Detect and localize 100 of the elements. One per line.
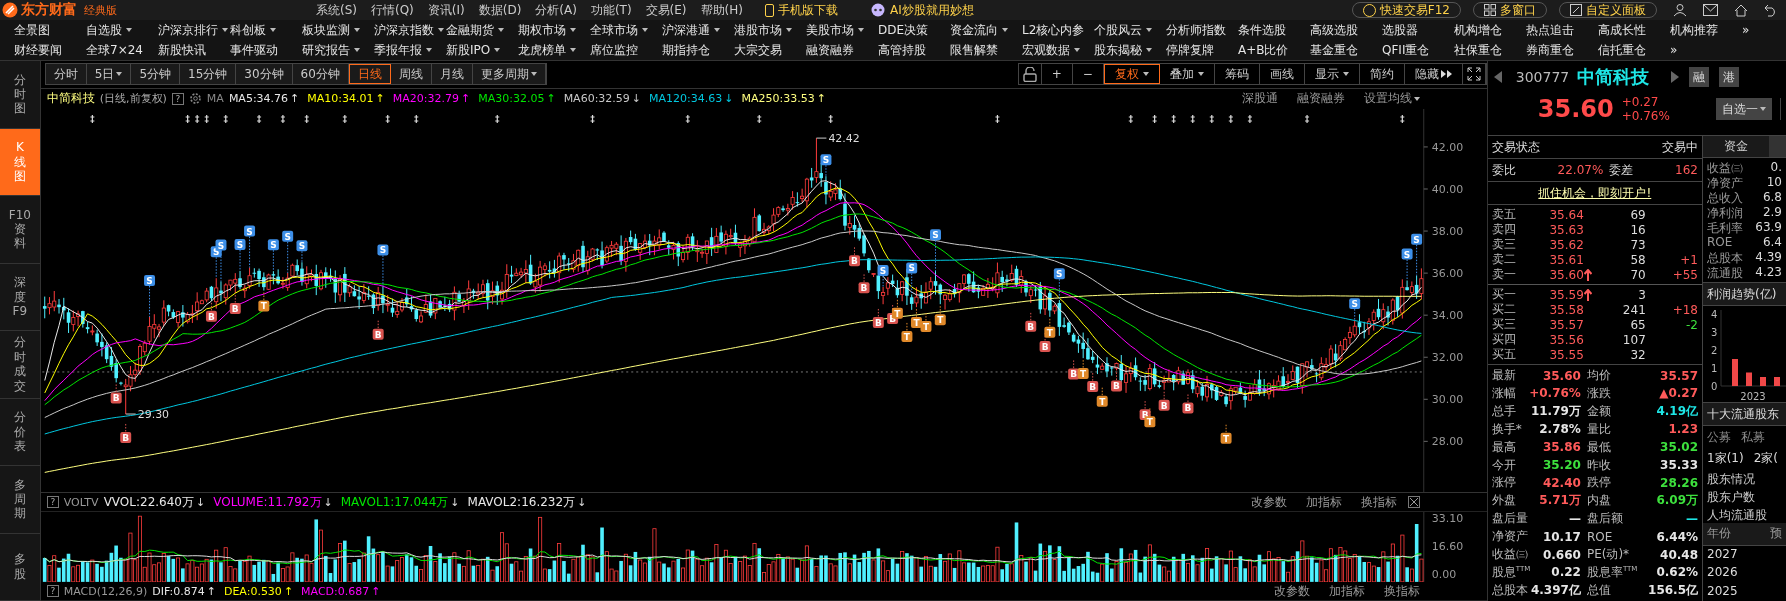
period-tab[interactable]: 5分钟 bbox=[131, 64, 181, 85]
period-tab[interactable]: 月线 bbox=[431, 64, 473, 85]
chart-link[interactable]: 设置均线 bbox=[1363, 90, 1420, 108]
menu-item[interactable]: 行情(Q) bbox=[371, 1, 414, 19]
holder-link[interactable]: 人均流通股 bbox=[1703, 505, 1786, 524]
ai-assistant-button[interactable]: AI炒股就用妙想 bbox=[859, 2, 984, 18]
nav-menu-item[interactable]: 科创板 bbox=[230, 21, 276, 39]
nav-menu-item[interactable]: 龙虎榜单 bbox=[518, 41, 576, 59]
home-icon[interactable] bbox=[1734, 3, 1748, 17]
back-icon[interactable] bbox=[1764, 3, 1778, 17]
nav-menu-item[interactable]: 高成长性 bbox=[1598, 21, 1646, 39]
market-tag[interactable]: 港 bbox=[1719, 67, 1740, 87]
period-tab[interactable]: 周线 bbox=[390, 64, 432, 85]
nav-menu-item[interactable]: 选股器 bbox=[1382, 21, 1418, 39]
nav-menu-item[interactable]: 券商重仓 bbox=[1526, 41, 1574, 59]
open-account-link[interactable]: 抓住机会，即刻开户! bbox=[1538, 184, 1652, 202]
nav-menu-item[interactable]: 机构增仓 bbox=[1454, 21, 1502, 39]
period-tab[interactable]: 30分钟 bbox=[236, 64, 293, 85]
nav-menu-item[interactable]: 宏观数据 bbox=[1022, 41, 1080, 59]
toolbar-button[interactable]: 筹码 bbox=[1214, 64, 1260, 85]
watchlist-dropdown[interactable]: 自选一 bbox=[1715, 98, 1772, 120]
nav-menu-item[interactable]: 新股快讯 bbox=[158, 41, 206, 59]
nav-menu-item[interactable]: 机构推荐 bbox=[1670, 21, 1718, 39]
menu-item[interactable]: 功能(T) bbox=[590, 1, 632, 19]
indicator-action[interactable]: 加指标 bbox=[1328, 582, 1365, 600]
nav-menu-item[interactable]: 全球7×24 bbox=[86, 41, 143, 59]
indicator-action[interactable]: 改参数 bbox=[1250, 493, 1287, 511]
nav-menu-item[interactable]: » bbox=[1670, 43, 1678, 57]
nav-menu-item[interactable]: 期权市场 bbox=[518, 21, 576, 39]
side-tab[interactable]: 分时成交 bbox=[0, 331, 40, 399]
help-button[interactable]: ? bbox=[46, 585, 59, 598]
help-button[interactable]: ? bbox=[46, 496, 59, 509]
nav-menu-item[interactable]: 全球市场 bbox=[590, 21, 648, 39]
fund-tab[interactable]: 资金 bbox=[1703, 136, 1769, 158]
period-tab[interactable]: 日线 bbox=[348, 64, 391, 85]
indicator-action[interactable]: 换指标 bbox=[1383, 582, 1420, 600]
nav-menu-item[interactable]: 研究报告 bbox=[302, 41, 360, 59]
nav-menu-item[interactable]: L2核心内参 bbox=[1022, 21, 1085, 39]
nav-menu-item[interactable]: QFII重仓 bbox=[1382, 41, 1430, 59]
chart-link[interactable]: 深股通 bbox=[1241, 90, 1278, 108]
menu-item[interactable]: 帮助(H) bbox=[700, 1, 743, 19]
nav-menu-item[interactable]: 新股IPO bbox=[446, 41, 501, 59]
nav-menu-item[interactable]: 分析师指数 bbox=[1166, 21, 1226, 39]
previous-icon[interactable] bbox=[1493, 71, 1502, 83]
nav-menu-item[interactable]: 金融期货 bbox=[446, 21, 504, 39]
holder-tab[interactable]: 公募 bbox=[1707, 428, 1731, 446]
close-button[interactable] bbox=[1407, 496, 1420, 509]
toolbar-button[interactable]: 叠加 bbox=[1159, 64, 1215, 85]
nav-menu-item[interactable]: 融资融券 bbox=[806, 41, 854, 59]
nav-menu-item[interactable]: 港股市场 bbox=[734, 21, 792, 39]
menu-item[interactable]: 系统(S) bbox=[316, 1, 357, 19]
toolbar-button[interactable]: + bbox=[1041, 64, 1073, 85]
nav-menu-item[interactable]: 高级选股 bbox=[1310, 21, 1358, 39]
menu-item[interactable]: 资讯(I) bbox=[427, 1, 465, 19]
nav-menu-item[interactable]: 个股风云 bbox=[1094, 21, 1152, 39]
nav-menu-item[interactable]: 沪深京指数 bbox=[374, 21, 444, 39]
phone-download-button[interactable]: 手机版下载 bbox=[754, 2, 848, 18]
side-tab[interactable]: 深度F9 bbox=[0, 263, 40, 331]
nav-menu-item[interactable]: 条件选股 bbox=[1238, 21, 1286, 39]
nav-menu-item[interactable]: 全景图 bbox=[14, 21, 50, 39]
indicator-action[interactable]: 加指标 bbox=[1305, 493, 1342, 511]
toolbar-button[interactable]: 显示 bbox=[1304, 64, 1360, 85]
chart-link[interactable]: 融资融券 bbox=[1296, 90, 1345, 108]
nav-menu-item[interactable]: 期指持仓 bbox=[662, 41, 710, 59]
nav-menu-item[interactable]: 席位监控 bbox=[590, 41, 638, 59]
holder-tab[interactable]: 私募 bbox=[1741, 428, 1765, 446]
help-button[interactable]: ? bbox=[171, 92, 184, 105]
nav-menu-item[interactable]: 社保重仓 bbox=[1454, 41, 1502, 59]
side-tab[interactable]: 分价表 bbox=[0, 398, 40, 466]
nav-menu-item[interactable]: 股东揭秘 bbox=[1094, 41, 1152, 59]
nav-menu-item[interactable]: 事件驱动 bbox=[230, 41, 278, 59]
nav-menu-item[interactable]: 限售解禁 bbox=[950, 41, 998, 59]
toolbar-button[interactable]: − bbox=[1072, 64, 1104, 85]
period-tab[interactable]: 15分钟 bbox=[180, 64, 237, 85]
nav-menu-item[interactable]: 高管持股 bbox=[878, 41, 926, 59]
nav-menu-item[interactable]: 沪深港通 bbox=[662, 21, 720, 39]
user-icon[interactable] bbox=[1673, 3, 1687, 17]
nav-menu-item[interactable]: 季报年报 bbox=[374, 41, 432, 59]
toolbar-button[interactable]: 画线 bbox=[1259, 64, 1305, 85]
nav-menu-item[interactable]: 板块监测 bbox=[302, 21, 360, 39]
side-tab[interactable]: F10资料 bbox=[0, 196, 40, 264]
menu-item[interactable]: 数据(D) bbox=[478, 1, 522, 19]
market-tag[interactable]: 融 bbox=[1689, 67, 1710, 87]
side-tab[interactable]: 多股 bbox=[0, 533, 40, 601]
period-tab[interactable]: 60分钟 bbox=[292, 64, 349, 85]
toolbar-button[interactable]: 简约 bbox=[1359, 64, 1405, 85]
holder-link[interactable]: 股东户数 bbox=[1703, 487, 1786, 506]
nav-menu-item[interactable]: 信托重仓 bbox=[1598, 41, 1646, 59]
nav-menu-item[interactable]: 停牌复牌 bbox=[1166, 41, 1214, 59]
indicator-action[interactable]: 改参数 bbox=[1273, 582, 1310, 600]
side-tab[interactable]: 分时图 bbox=[0, 61, 40, 129]
mail-icon[interactable] bbox=[1703, 4, 1718, 16]
nav-menu-item[interactable]: 美股市场 bbox=[806, 21, 864, 39]
period-tab[interactable]: 分时 bbox=[45, 64, 87, 85]
toolbar-button[interactable]: 复权 bbox=[1103, 64, 1160, 85]
nav-menu-item[interactable]: 财经要闻 bbox=[14, 41, 62, 59]
indicator-action[interactable]: 换指标 bbox=[1360, 493, 1397, 511]
menu-item[interactable]: 交易(E) bbox=[645, 1, 687, 19]
settings-icon[interactable] bbox=[188, 92, 202, 106]
period-tab[interactable]: 更多周期 bbox=[472, 64, 546, 85]
